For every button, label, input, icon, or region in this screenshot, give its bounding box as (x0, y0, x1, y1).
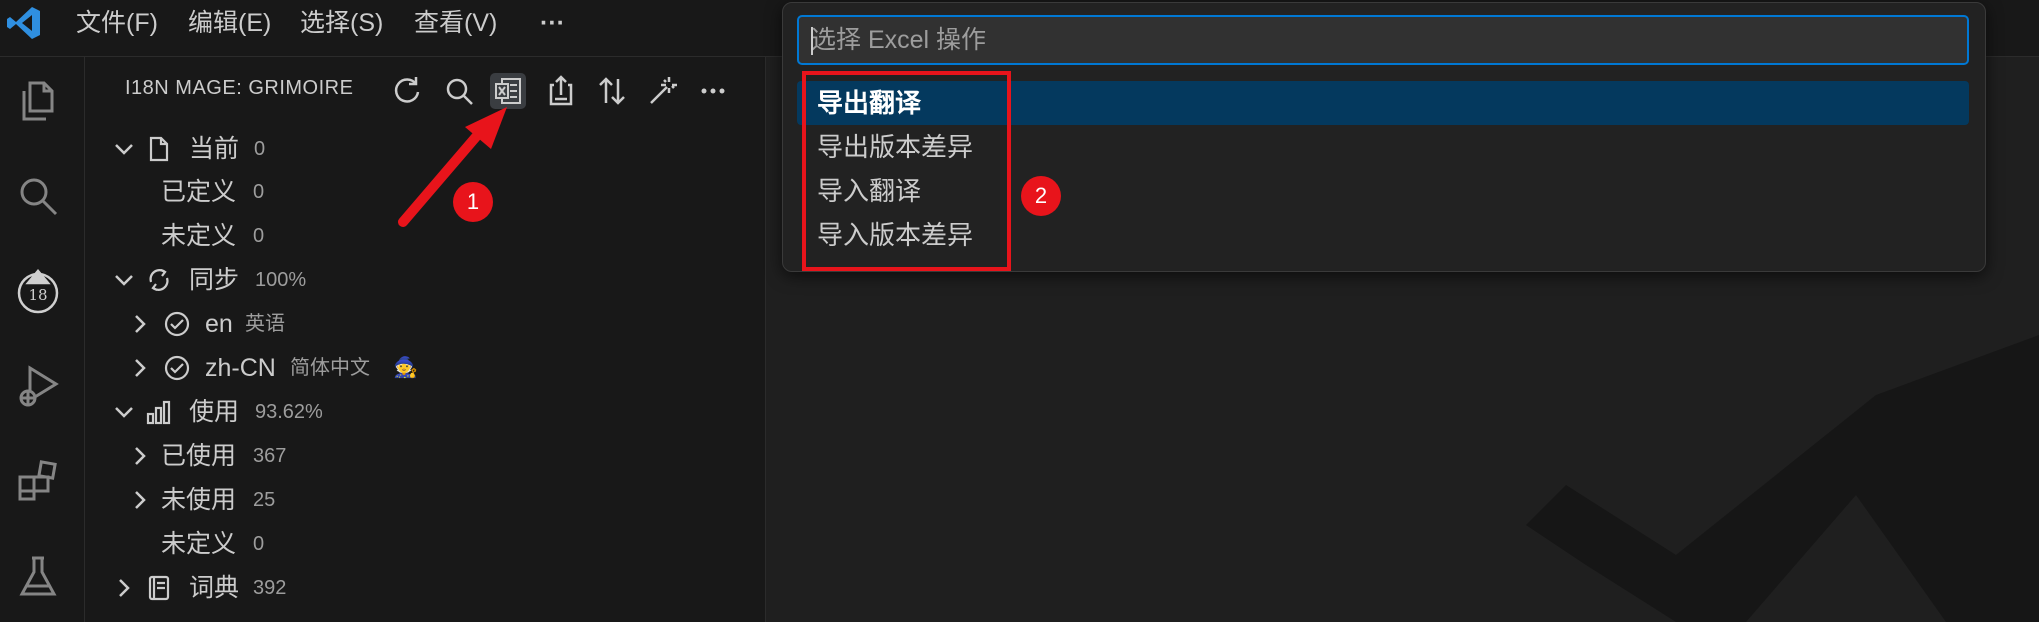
tree-item-label: 使用 (189, 398, 240, 426)
magic-wand-icon[interactable] (645, 73, 681, 109)
extensions-icon[interactable] (14, 457, 62, 505)
chevron-down-icon (113, 269, 135, 291)
testing-icon[interactable] (14, 552, 62, 600)
quick-pick-input[interactable]: 选择 Excel 操作 (797, 15, 1969, 65)
vscode-watermark-icon (1526, 335, 2039, 622)
chevron-right-icon (129, 489, 151, 511)
tree-item-count: 0 (253, 225, 265, 247)
chevron-right-icon (129, 313, 151, 335)
tree-item-progress: 100% (255, 269, 307, 291)
tree-item-count: 0 (253, 181, 265, 203)
wizard-icon: 🧙 (393, 357, 418, 379)
tree-item-unused[interactable]: 未使用 25 (85, 479, 765, 521)
refresh-icon[interactable] (389, 73, 425, 109)
sync-icon (145, 266, 173, 294)
chevron-down-icon (113, 401, 135, 423)
search-icon[interactable] (14, 172, 62, 220)
annotation-badge-2: 2 (1021, 176, 1061, 216)
tree-item-label: 未定义 (161, 222, 237, 250)
activity-bar: 18 (0, 57, 85, 622)
tree-item-dictionary[interactable]: 词典 392 (85, 567, 765, 609)
tree-item-label: 未使用 (161, 486, 237, 514)
tree-item-count: 25 (253, 489, 276, 511)
chart-bars-icon (145, 398, 173, 426)
tree-item-label: 未定义 (161, 530, 237, 558)
sort-icon[interactable] (594, 73, 630, 109)
svg-text:18: 18 (28, 286, 47, 304)
chevron-down-icon (113, 138, 135, 160)
menu-view[interactable]: 查看(V) (414, 6, 497, 40)
tree-item-label: 当前 (189, 135, 240, 163)
vscode-logo-icon (4, 3, 44, 43)
dictionary-icon (145, 574, 173, 602)
quick-pick-placeholder: 选择 Excel 操作 (811, 26, 987, 54)
i18n-mage-icon[interactable]: 18 (14, 267, 62, 315)
menu-selection[interactable]: 选择(S) (300, 6, 383, 40)
run-debug-icon[interactable] (14, 362, 62, 410)
sidebar-title: I18N MAGE: GRIMOIRE (125, 77, 354, 99)
tree-item-language-name: 简体中文 (290, 357, 370, 379)
tree-item-count: 367 (253, 445, 287, 467)
chevron-right-icon (113, 577, 135, 599)
tree-item-used[interactable]: 已使用 367 (85, 435, 765, 477)
menu-file[interactable]: 文件(F) (76, 6, 158, 40)
tree-item-label: zh-CN (205, 354, 276, 382)
menu-edit[interactable]: 编辑(E) (188, 6, 271, 40)
files-icon[interactable] (14, 77, 62, 125)
text-caret (811, 27, 813, 55)
file-icon (145, 135, 173, 163)
export-icon[interactable] (543, 73, 579, 109)
tree-item-lang-en[interactable]: en 英语 (85, 303, 765, 345)
tree-item-progress: 93.62% (255, 401, 323, 423)
tree-item-label: 已使用 (161, 442, 237, 470)
excel-icon[interactable] (490, 73, 526, 109)
menu-more-button[interactable]: ··· (540, 6, 565, 40)
tree-item-language-name: 英语 (245, 313, 285, 335)
annotation-badge-1: 1 (453, 182, 493, 222)
annotation-highlight-box (802, 71, 1011, 271)
tree-item-label: 已定义 (161, 178, 237, 206)
check-circle-icon (163, 310, 191, 338)
chevron-right-icon (129, 445, 151, 467)
check-circle-icon (163, 354, 191, 382)
tree-item-count: 0 (254, 138, 266, 160)
tree-item-label: en (205, 310, 233, 338)
tree-item-count: 0 (253, 533, 265, 555)
tree-item-usage-undefined[interactable]: 未定义 0 (85, 523, 765, 565)
tree-item-count: 392 (253, 577, 287, 599)
tree-item-label: 同步 (189, 266, 240, 294)
tree-item-usage[interactable]: 使用 93.62% (85, 391, 765, 433)
tree-item-sync[interactable]: 同步 100% (85, 259, 765, 301)
search-icon[interactable] (441, 73, 477, 109)
tree-item-label: 词典 (189, 574, 240, 602)
tree-item-lang-zh-cn[interactable]: zh-CN 简体中文 🧙 (85, 347, 765, 389)
chevron-right-icon (129, 357, 151, 379)
more-icon[interactable] (695, 73, 731, 109)
